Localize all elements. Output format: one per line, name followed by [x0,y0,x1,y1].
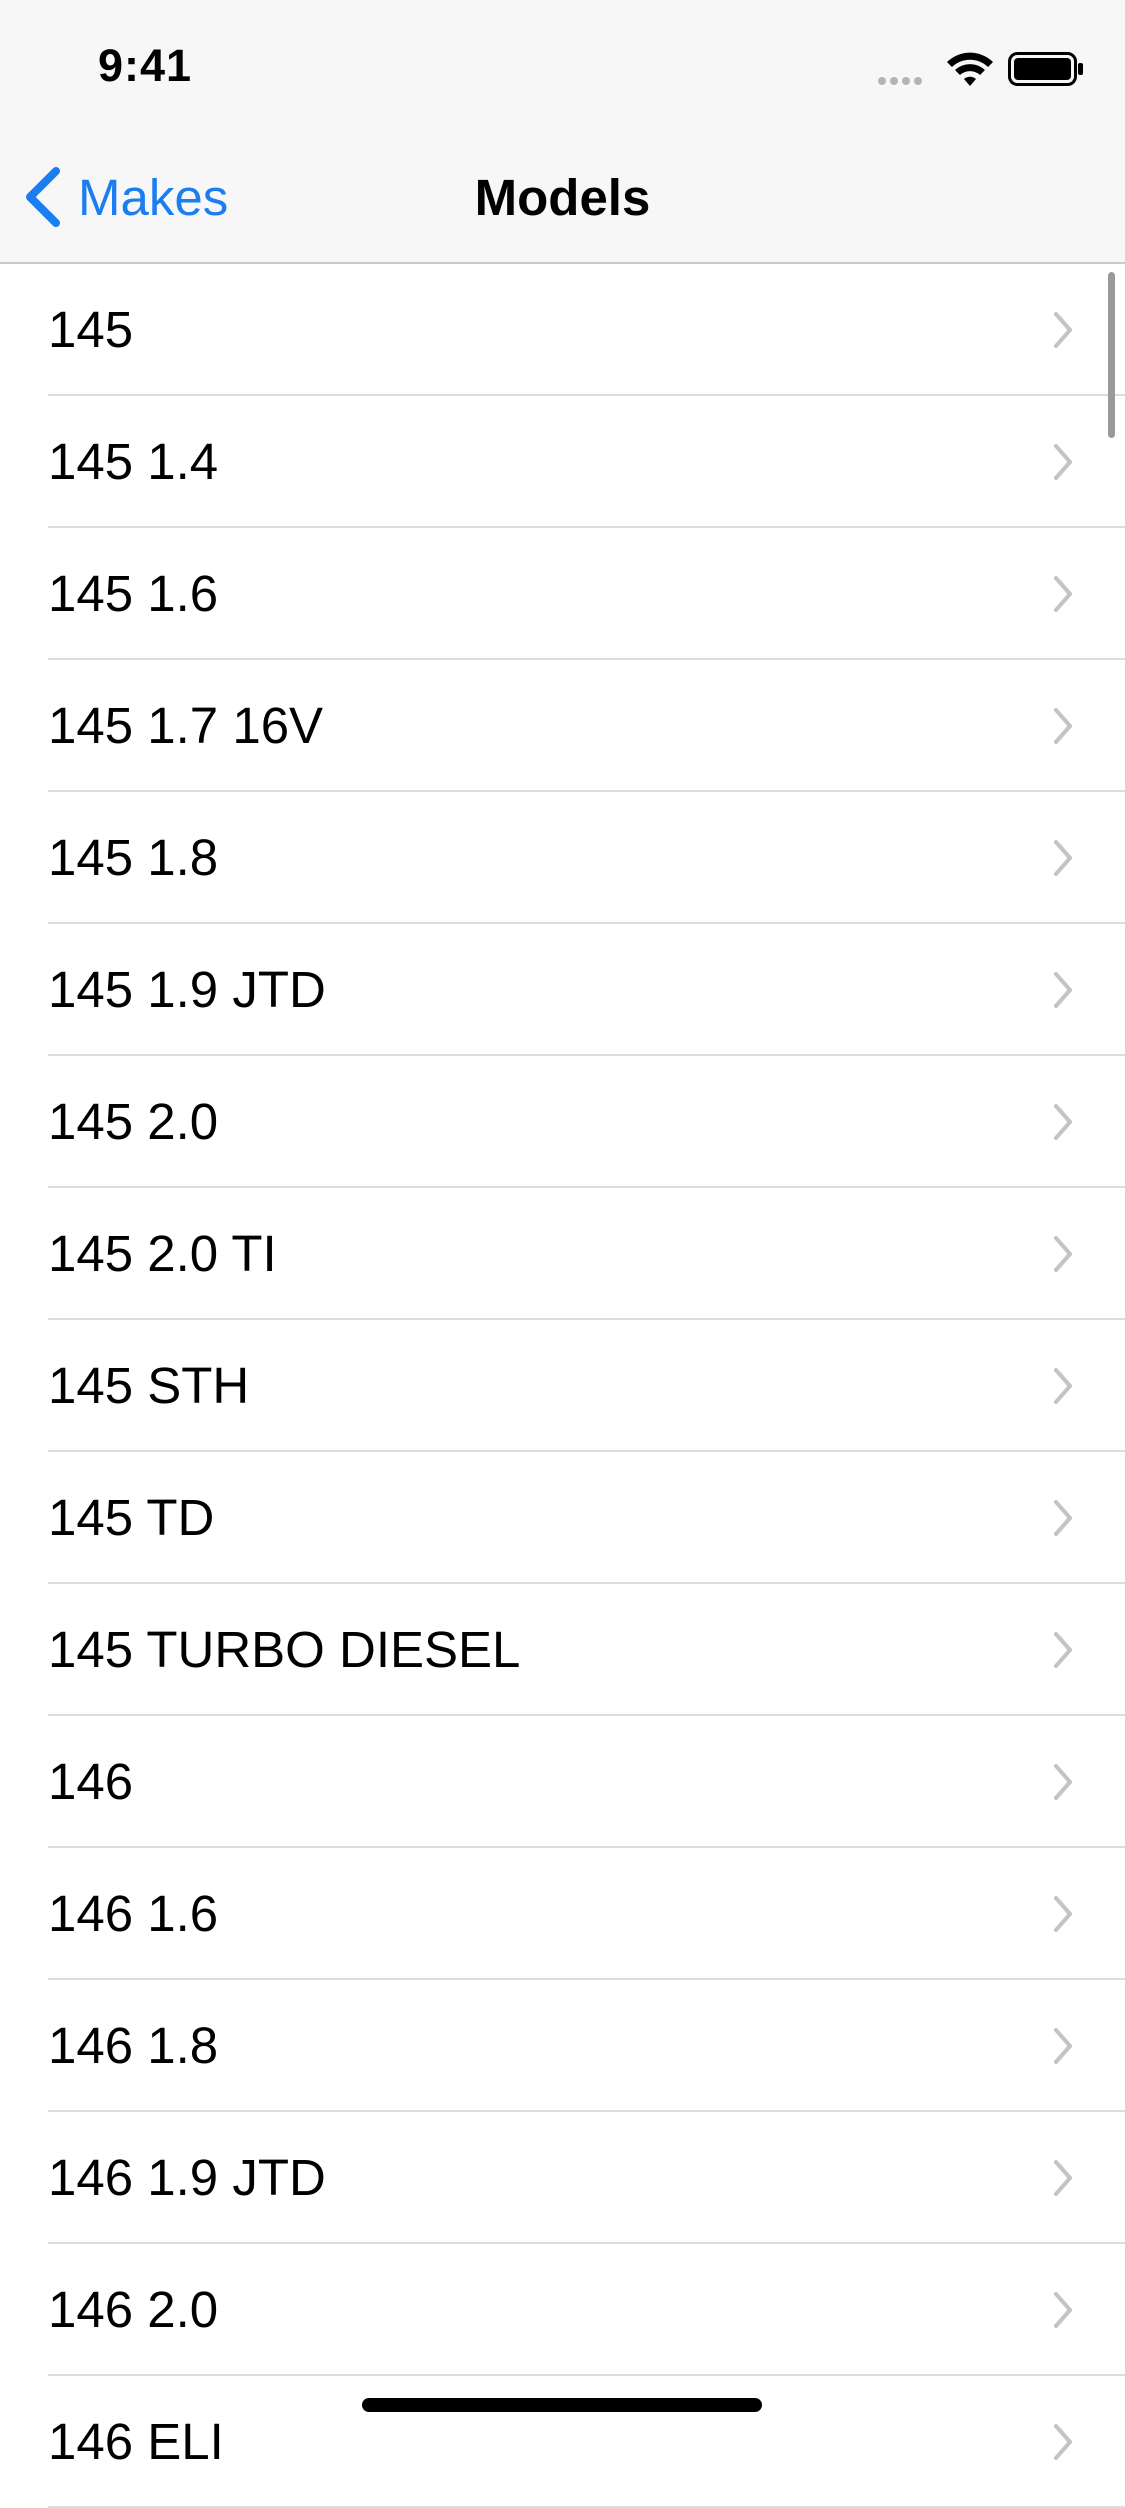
model-name: 145 2.0 TI [48,1225,277,1282]
chevron-right-icon [1054,312,1072,348]
chevron-right-icon [1054,2160,1072,2196]
status-bar: 9:41 [0,0,1125,132]
home-indicator[interactable] [362,2398,762,2412]
list-item[interactable]: 145 1.8 [0,792,1125,924]
model-name: 145 STH [48,1357,250,1414]
list-item[interactable]: 145 2.0 TI [0,1188,1125,1320]
chevron-right-icon [1054,1236,1072,1272]
page-title: Models [474,169,651,226]
chevron-right-icon [1054,1368,1072,1404]
chevron-right-icon [1054,1896,1072,1932]
model-name: 146 1.8 [48,2017,219,2074]
list-item[interactable]: 145 TURBO DIESEL [0,1584,1125,1716]
models-list: 145 145 1.4 145 1.6 145 1.7 16V 145 1.8 145 1… [0,264,1125,2508]
scrollbar[interactable] [1108,272,1115,438]
chevron-right-icon [1054,840,1072,876]
chevron-right-icon [1054,2292,1072,2328]
battery-icon [1008,52,1083,86]
model-name: 145 1.6 [48,565,219,622]
list-item[interactable]: 145 1.4 [0,396,1125,528]
model-name: 146 1.6 [48,1885,219,1942]
chevron-right-icon [1054,1632,1072,1668]
model-name: 146 ELI [48,2413,224,2470]
model-name: 145 TD [48,1489,215,1546]
list-item[interactable]: 146 1.8 [0,1980,1125,2112]
chevron-right-icon [1054,972,1072,1008]
wifi-icon [947,52,993,86]
model-name: 145 1.8 [48,829,219,886]
list-item[interactable]: 145 1.9 JTD [0,924,1125,1056]
list-item[interactable]: 146 1.9 JTD [0,2112,1125,2244]
list-item[interactable]: 145 [0,264,1125,396]
chevron-right-icon [1054,708,1072,744]
list-item[interactable]: 145 1.7 16V [0,660,1125,792]
model-name: 146 [48,1753,134,1810]
model-name: 145 1.9 JTD [48,961,326,1018]
list-item[interactable]: 145 1.6 [0,528,1125,660]
list-item[interactable]: 146 2.0 [0,2244,1125,2376]
model-name: 146 2.0 [48,2281,219,2338]
cellular-signal-icon [878,72,926,90]
model-name: 145 [48,301,134,358]
chevron-right-icon [1054,2028,1072,2064]
chevron-right-icon [1054,1764,1072,1800]
list-item[interactable]: 145 2.0 [0,1056,1125,1188]
chevron-right-icon [1054,1104,1072,1140]
model-name: 146 1.9 JTD [48,2149,326,2206]
list-item[interactable]: 145 STH [0,1320,1125,1452]
list-item[interactable]: 146 1.6 [0,1848,1125,1980]
chevron-right-icon [1054,444,1072,480]
list-item[interactable]: 146 ELI [0,2376,1125,2508]
navigation-bar: Makes Models [0,132,1125,264]
model-name: 145 TURBO DIESEL [48,1621,521,1678]
list-item[interactable]: 146 [0,1716,1125,1848]
model-name: 145 2.0 [48,1093,219,1150]
chevron-right-icon [1054,2424,1072,2460]
status-time: 9:41 [98,40,193,91]
list-item[interactable]: 145 TD [0,1452,1125,1584]
model-name: 145 1.7 16V [48,697,324,754]
chevron-right-icon [1054,1500,1072,1536]
chevron-right-icon [1054,576,1072,612]
model-name: 145 1.4 [48,433,219,490]
